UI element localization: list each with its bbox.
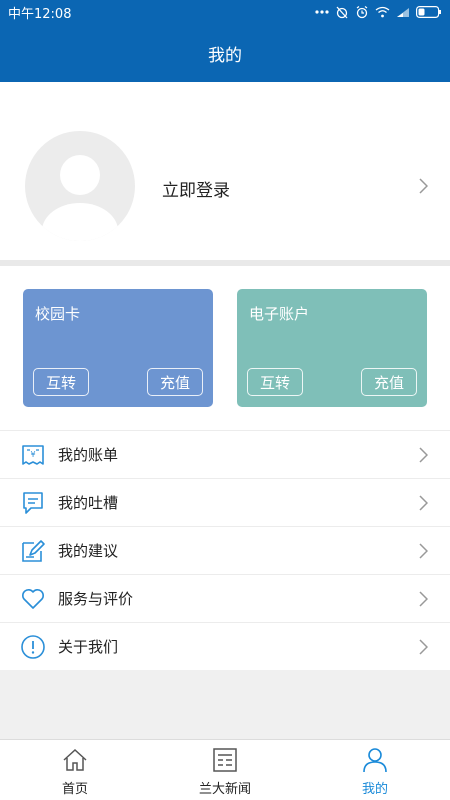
home-icon	[63, 748, 87, 771]
tab-news[interactable]: 兰大新闻	[150, 740, 300, 800]
tab-home[interactable]: 首页	[0, 740, 150, 800]
chevron-right-icon	[419, 591, 428, 607]
status-bar: 中午12:08	[0, 0, 450, 24]
tab-mine[interactable]: 我的	[300, 740, 450, 800]
tab-label: 首页	[61, 782, 88, 797]
campus-recharge-button[interactable]: 充值	[147, 368, 203, 396]
menu-item-bill[interactable]: ¥ 我的账单	[0, 430, 450, 478]
chevron-right-icon	[419, 543, 428, 559]
card-title: 电子账户	[249, 305, 310, 323]
account-recharge-button[interactable]: 充值	[361, 368, 417, 396]
svg-text:¥: ¥	[30, 450, 35, 459]
chevron-right-icon	[419, 447, 428, 463]
login-link[interactable]: 立即登录	[162, 176, 230, 201]
card-title: 校园卡	[35, 305, 81, 323]
tab-label: 兰大新闻	[198, 782, 251, 797]
signal-icon	[397, 7, 409, 17]
menu-item-about[interactable]: 关于我们	[0, 622, 450, 670]
alarm-off-icon	[336, 6, 348, 19]
edit-icon	[22, 540, 45, 562]
news-icon	[213, 748, 237, 772]
menu-item-label: 我的吐槽	[58, 494, 119, 512]
campus-card[interactable]: 校园卡 互转 充值	[23, 289, 213, 407]
menu-item-suggestion[interactable]: 我的建议	[0, 526, 450, 574]
menu-item-label: 我的建议	[58, 542, 119, 560]
title-bar: 我的	[0, 24, 450, 82]
tab-label: 我的	[361, 782, 388, 797]
cards-section: 校园卡 互转 充值 电子账户 互转 充值	[0, 266, 450, 430]
status-time: 中午12:08	[8, 6, 72, 22]
chevron-right-icon	[419, 178, 428, 194]
menu-list: ¥ 我的账单 我的吐槽 我的建议 服务与评价 关于我们	[0, 430, 450, 670]
status-icons	[315, 5, 442, 19]
more-dots-icon	[315, 10, 329, 14]
heart-icon	[22, 589, 44, 609]
page-title: 我的	[208, 45, 242, 66]
wifi-icon	[375, 6, 390, 18]
menu-item-complaint[interactable]: 我的吐槽	[0, 478, 450, 526]
profile-section[interactable]: 立即登录	[0, 82, 450, 260]
bill-icon: ¥	[22, 445, 44, 465]
bottom-tab-bar: 首页 兰大新闻 我的	[0, 739, 450, 800]
alarm-icon	[356, 6, 368, 19]
menu-item-label: 我的账单	[58, 446, 119, 464]
chevron-right-icon	[419, 495, 428, 511]
menu-item-label: 服务与评价	[58, 590, 134, 608]
e-account-card[interactable]: 电子账户 互转 充值	[237, 289, 427, 407]
menu-item-label: 关于我们	[58, 638, 119, 656]
chevron-right-icon	[419, 639, 428, 655]
user-icon	[363, 748, 387, 773]
campus-transfer-button[interactable]: 互转	[33, 368, 89, 396]
chat-icon	[23, 492, 43, 514]
default-user-icon	[42, 155, 118, 241]
account-transfer-button[interactable]: 互转	[247, 368, 303, 396]
avatar[interactable]	[25, 131, 135, 241]
info-icon	[21, 635, 45, 659]
menu-item-service-rating[interactable]: 服务与评价	[0, 574, 450, 622]
battery-icon	[416, 6, 441, 18]
